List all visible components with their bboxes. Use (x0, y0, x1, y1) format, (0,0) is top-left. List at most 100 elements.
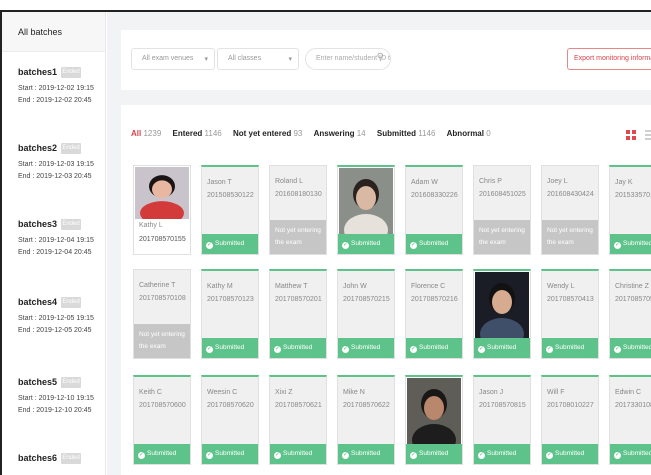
batch-name: batches5 (18, 377, 58, 387)
batch-item-4[interactable]: batches4 Ended Start : 2019-12-05 19:15 E… (2, 294, 105, 334)
status-label: the exam (139, 343, 166, 350)
tab-submitted[interactable]: Submitted 1146 (377, 129, 436, 138)
student-photo (407, 378, 461, 446)
status-submitted: ✓ Submitted (338, 234, 394, 254)
student-id: 201708570216 (411, 296, 458, 303)
tab-all[interactable]: All 1239 (131, 129, 161, 138)
student-card[interactable]: Mike N 201708570622 ✓ Submitted (337, 375, 395, 465)
student-photo (339, 168, 393, 236)
student-name: Catherine T (139, 282, 176, 289)
search-input[interactable]: Enter name/student ID t ⚲ (305, 48, 391, 70)
status-label: the exam (547, 239, 574, 246)
student-card[interactable]: Roland L 201608180130 Not yet entering the … (269, 165, 327, 255)
student-name: Chris P (479, 178, 502, 185)
student-card[interactable]: Kathy M 201708570123 ✓ Submitted (201, 269, 259, 359)
batch-sidebar: All batches batches1 Ended Start : 2019-1… (2, 12, 106, 475)
student-id: 201608451025 (479, 191, 526, 198)
batch-item-6[interactable]: batches6 Ended (2, 450, 105, 466)
status-badge: Ended (61, 142, 82, 154)
student-name: Joey L (547, 178, 568, 185)
student-card[interactable]: Adam W 201608330226 ✓ Submitted (405, 165, 463, 255)
status-label: Not yet entering (479, 227, 525, 234)
class-value: All classes (228, 55, 262, 62)
class-select[interactable]: All classes ▾ (217, 48, 299, 70)
export-monitoring-button[interactable]: Export monitoring information (567, 48, 651, 70)
batch-name: batches6 (18, 453, 58, 463)
student-card[interactable]: Joey L 201608430424 Not yet entering the ex… (541, 165, 599, 255)
status-label: Submitted (283, 450, 313, 457)
exam-venue-select[interactable]: All exam venues ▾ (131, 48, 215, 70)
student-card[interactable]: Matthew T 201708570201 ✓ Submitted (269, 269, 327, 359)
student-id: 201533570113 (615, 192, 651, 199)
student-card[interactable]: Chris P 201608451025 Not yet entering the e… (473, 165, 531, 255)
student-card[interactable]: Florence C 201708570216 ✓ Submitted (405, 269, 463, 359)
status-submitted: ✓ Submitted (406, 338, 462, 358)
grid-view-icon[interactable] (626, 130, 636, 140)
student-card[interactable]: Jason T 201508530122 ✓ Submitted (201, 165, 259, 255)
status-badge: Ended (61, 452, 82, 464)
batch-item-5[interactable]: batches5 Ended Start : 2019-12-10 19:15 E… (2, 374, 105, 414)
filter-bar: All exam venues ▾ All classes ▾ Enter na… (121, 30, 651, 90)
student-card[interactable]: Will F 201708010227 ✓ Submitted (541, 375, 599, 465)
status-submitted: ✓ Submitted (202, 234, 258, 254)
status-badge: Ended (61, 376, 82, 388)
student-card[interactable]: Christine Z 201708570506 ✓Submitted (609, 269, 651, 359)
check-icon: ✓ (342, 452, 349, 459)
status-submitted: ✓ Submitted (474, 338, 530, 358)
batch-item-3[interactable]: batches3 Ended Start : 2019-12-04 19:15 E… (2, 216, 105, 256)
student-card[interactable]: ✓ Submitted (473, 269, 531, 359)
tab-entered[interactable]: Entered 1146 (173, 129, 222, 138)
tab-abnormal[interactable]: Abnormal 0 (447, 129, 491, 138)
check-icon: ✓ (546, 452, 553, 459)
status-submitted: ✓ Submitted (406, 444, 462, 464)
status-submitted: ✓ Submitted (202, 444, 258, 464)
student-card[interactable]: John W 201708570215 ✓ Submitted (337, 269, 395, 359)
status-not-entered: Not yet entering the exam (474, 220, 530, 254)
list-view-icon[interactable] (645, 130, 651, 140)
status-submitted: ✓ Submitted (202, 338, 258, 358)
check-icon: ✓ (206, 242, 213, 249)
status-submitted: ✓ Submitted (610, 444, 651, 464)
batch-end: End : 2019-12-10 20:45 (18, 407, 92, 414)
student-id: 201708570123 (207, 296, 254, 303)
status-label: Submitted (351, 450, 381, 457)
student-card[interactable]: Jay K 201533570113 ✓Submitted (609, 165, 651, 255)
batch-name: batches1 (18, 67, 58, 77)
student-card[interactable]: Keith C 201708570600 ✓ Submitted (133, 375, 191, 465)
student-id: 201608330226 (411, 192, 458, 199)
student-name: Weesin C (207, 389, 238, 396)
batch-start: Start : 2019-12-05 19:15 (18, 315, 94, 322)
student-card[interactable]: Xixi Z 201708570621 ✓ Submitted (269, 375, 327, 465)
check-icon: ✓ (206, 452, 213, 459)
exam-venue-value: All exam venues (142, 55, 194, 62)
student-name: Adam W (411, 179, 438, 186)
student-grid-panel: All 1239 Entered 1146 Not yet entered 93… (121, 105, 651, 475)
student-card[interactable]: Wendy L 201708570413 ✓ Submitted (541, 269, 599, 359)
student-card[interactable]: ✓ Submitted (405, 375, 463, 465)
student-card[interactable]: Edwin C 201733010821 ✓Submitted (609, 375, 651, 465)
status-label: Submitted (147, 450, 177, 457)
batch-start: Start : 2019-12-02 19:15 (18, 85, 94, 92)
status-submitted: ✓ Submitted (338, 444, 394, 464)
student-card[interactable]: Weesin C 201708570620 ✓ Submitted (201, 375, 259, 465)
sidebar-title[interactable]: All batches (2, 12, 105, 52)
check-icon: ✓ (410, 346, 417, 353)
student-name: Jay K (615, 179, 633, 186)
batch-end: End : 2019-12-05 20:45 (18, 327, 92, 334)
check-icon: ✓ (546, 346, 553, 353)
student-card[interactable]: Catherine T 201708570108 Not yet entering t… (133, 269, 191, 359)
status-submitted: ✓ Submitted (406, 234, 462, 254)
student-id: 201708570621 (275, 402, 322, 409)
batch-item-2[interactable]: batches2 Ended Start : 2019-12-03 19:15 E… (2, 140, 105, 180)
tab-not-yet-entered[interactable]: Not yet entered 93 (233, 129, 302, 138)
batch-end: End : 2019-12-02 20:45 (18, 97, 92, 104)
status-not-entered: Not yet entering the exam (542, 220, 598, 254)
tab-answering[interactable]: Answering 14 (314, 129, 366, 138)
student-card[interactable]: Kathy L 201708570155 (133, 165, 191, 255)
main-panel: All exam venues ▾ All classes ▾ Enter na… (107, 12, 651, 475)
student-card[interactable]: ✓ Submitted (337, 165, 395, 255)
status-submitted: ✓ Submitted (610, 234, 651, 254)
batch-item-1[interactable]: batches1 Ended Start : 2019-12-02 19:15 E… (2, 64, 105, 104)
search-icon: ⚲ (376, 52, 384, 63)
student-card[interactable]: Jason J 201708570815 ✓ Submitted (473, 375, 531, 465)
